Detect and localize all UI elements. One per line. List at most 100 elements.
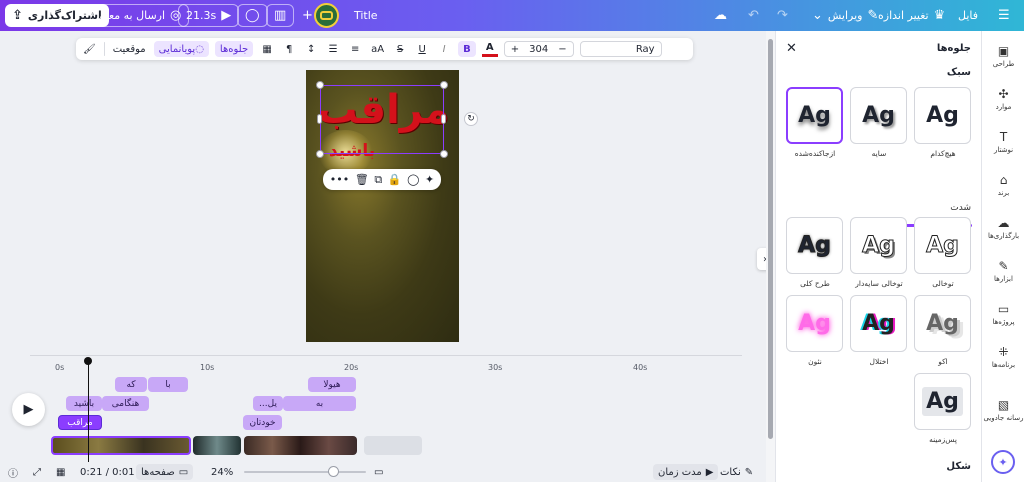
send-to-teacher-button[interactable]: ارسال به معلم ◎ bbox=[90, 4, 190, 27]
paint-format-button[interactable]: 🖌 bbox=[81, 41, 98, 57]
align-button[interactable]: ≡ bbox=[347, 41, 363, 57]
redo-icon: ↷ bbox=[777, 8, 788, 23]
notes-button[interactable]: نکات ✎ bbox=[720, 464, 753, 480]
grid-view-button[interactable]: ▦ bbox=[56, 464, 65, 480]
resize-handle-bottom-left[interactable] bbox=[316, 150, 324, 158]
magic-assistant-button[interactable]: ✦ bbox=[991, 450, 1015, 474]
duration-button[interactable]: مدت زمان ▶ bbox=[653, 464, 719, 480]
lock-icon[interactable]: 🔒 bbox=[388, 173, 402, 186]
trash-icon[interactable]: 🗑 bbox=[355, 173, 369, 186]
help-button[interactable]: ⓘ bbox=[8, 464, 18, 480]
transparency-button[interactable]: ▦ bbox=[259, 41, 275, 57]
list-button[interactable]: ☰ bbox=[325, 41, 341, 57]
italic-button[interactable]: I bbox=[436, 41, 452, 57]
panel-scrollbar[interactable] bbox=[766, 31, 775, 482]
effect-none[interactable]: Ag bbox=[914, 87, 971, 144]
duplicate-icon[interactable]: ⧉ bbox=[374, 173, 382, 187]
zoom-slider-handle[interactable] bbox=[328, 466, 339, 477]
duration-label: مدت زمان bbox=[658, 466, 702, 478]
timeline-caption-chip[interactable]: ...یل bbox=[253, 396, 283, 411]
rotate-handle[interactable]: ↻ bbox=[464, 112, 478, 126]
effect-splice[interactable]: Ag bbox=[850, 217, 907, 274]
timeline-ruler bbox=[30, 355, 742, 356]
rail-item-brand[interactable]: ⌂ برند bbox=[982, 174, 1024, 197]
magic-wand-icon[interactable]: ✦ bbox=[425, 173, 434, 186]
resize-handle-top-right[interactable] bbox=[440, 81, 448, 89]
rail-item-projects[interactable]: ▭ پروژه‌ها bbox=[982, 303, 1024, 326]
effect-shadow[interactable]: Ag bbox=[850, 87, 907, 144]
fullscreen-button[interactable]: ⤢ bbox=[33, 464, 41, 480]
font-size-stepper[interactable]: + 304 − bbox=[503, 41, 574, 57]
spacing-button[interactable]: ↕ bbox=[303, 41, 319, 57]
timeline-caption-chip[interactable]: خودتان bbox=[243, 415, 282, 430]
rail-item-elements[interactable]: ✣ موارد bbox=[982, 88, 1024, 111]
video-clip[interactable] bbox=[193, 436, 241, 455]
effect-background[interactable]: Ag bbox=[914, 373, 971, 430]
playhead-handle[interactable] bbox=[84, 357, 92, 365]
font-family-select[interactable]: Ray bbox=[579, 41, 662, 57]
font-size-value[interactable]: 304 bbox=[529, 44, 548, 55]
rail-item-text[interactable]: T نوشتار bbox=[982, 131, 1024, 154]
add-collaborator-button[interactable]: + bbox=[302, 4, 313, 27]
effect-neon[interactable]: Ag bbox=[786, 295, 843, 352]
animate-button[interactable]: پویانمایی ◌ bbox=[153, 41, 209, 57]
comments-button[interactable]: ◯ bbox=[237, 4, 268, 27]
effect-echo[interactable]: Ag bbox=[914, 295, 971, 352]
resize-handle-right[interactable] bbox=[441, 114, 446, 124]
resize-handle-left[interactable] bbox=[317, 114, 322, 124]
rail-item-apps[interactable]: ⁜ برنامه‌ها bbox=[982, 346, 1024, 369]
rail-item-design[interactable]: ▣ طراحی bbox=[982, 45, 1024, 68]
pages-button[interactable]: صفحه‌ها ▭ bbox=[136, 464, 194, 480]
timeline-caption-chip[interactable]: هنگامی bbox=[102, 396, 149, 411]
comment-add-icon[interactable]: ◯ bbox=[407, 173, 419, 186]
video-clip[interactable] bbox=[244, 436, 357, 455]
video-clip[interactable] bbox=[51, 436, 191, 455]
document-title[interactable]: Title bbox=[354, 4, 378, 27]
effect-glitch[interactable]: Ag bbox=[850, 295, 907, 352]
timeline-caption-chip[interactable]: که bbox=[115, 377, 147, 392]
redo-button[interactable]: ↷ bbox=[777, 4, 788, 27]
effect-lift[interactable]: Ag bbox=[786, 87, 843, 144]
file-menu[interactable]: فایل bbox=[958, 4, 978, 27]
strikethrough-button[interactable]: S bbox=[392, 41, 408, 57]
play-preview-button[interactable]: 21.3s ▶ bbox=[178, 4, 240, 27]
resize-handle-top-left[interactable] bbox=[316, 81, 324, 89]
insights-button[interactable]: ▥ bbox=[266, 4, 295, 27]
playhead[interactable] bbox=[88, 360, 89, 462]
zoom-slider-track[interactable] bbox=[244, 471, 366, 473]
effects-button[interactable]: جلوه‌ها bbox=[214, 41, 254, 57]
design-icon: ▣ bbox=[997, 44, 1010, 58]
resize-handle-bottom-right[interactable] bbox=[440, 150, 448, 158]
position-button[interactable]: موقعیت bbox=[111, 41, 148, 57]
text-color-button[interactable]: A bbox=[481, 41, 498, 57]
more-options-icon[interactable]: ••• bbox=[330, 173, 349, 186]
font-size-increase[interactable]: + bbox=[511, 44, 519, 55]
scrollbar-thumb[interactable] bbox=[768, 39, 773, 439]
timeline-caption-chip[interactable]: با bbox=[148, 377, 188, 392]
effect-hollow[interactable]: Ag bbox=[914, 217, 971, 274]
timeline-caption-chip[interactable]: هیولا bbox=[308, 377, 356, 392]
edit-mode-menu[interactable]: ⌄ ویرایش ✎ bbox=[812, 4, 878, 27]
fit-view-button[interactable]: ▭ bbox=[374, 464, 383, 480]
case-button[interactable]: aA bbox=[369, 41, 386, 57]
timeline-caption-chip[interactable]: باشید bbox=[66, 396, 102, 411]
text-direction-button[interactable]: ¶ bbox=[281, 41, 297, 57]
main-menu-button[interactable]: ☰ bbox=[998, 4, 1010, 27]
rail-item-uploads[interactable]: ☁ بارگذاری‌ها bbox=[982, 217, 1024, 240]
timeline-caption-chip-selected[interactable]: مراقب bbox=[58, 415, 102, 430]
avatar[interactable] bbox=[314, 3, 339, 28]
undo-button[interactable]: ↶ bbox=[748, 4, 759, 27]
timeline-play-button[interactable]: ▶ bbox=[12, 393, 45, 426]
add-clip-slot[interactable] bbox=[364, 436, 422, 455]
font-size-decrease[interactable]: − bbox=[558, 44, 566, 55]
timeline-caption-chip[interactable]: به bbox=[283, 396, 356, 411]
resize-button[interactable]: تغییر اندازه ♛ bbox=[878, 4, 945, 27]
zoom-value[interactable]: 24% bbox=[211, 464, 233, 480]
rail-item-magic-media[interactable]: ▧ رسانه جادویی bbox=[982, 399, 1024, 422]
selection-box[interactable] bbox=[320, 85, 444, 154]
bold-button[interactable]: B bbox=[458, 41, 476, 57]
effect-outline[interactable]: Ag bbox=[786, 217, 843, 274]
close-icon[interactable]: ✕ bbox=[786, 41, 797, 56]
rail-item-tools[interactable]: ✎ ابزارها bbox=[982, 260, 1024, 283]
underline-button[interactable]: U bbox=[414, 41, 430, 57]
